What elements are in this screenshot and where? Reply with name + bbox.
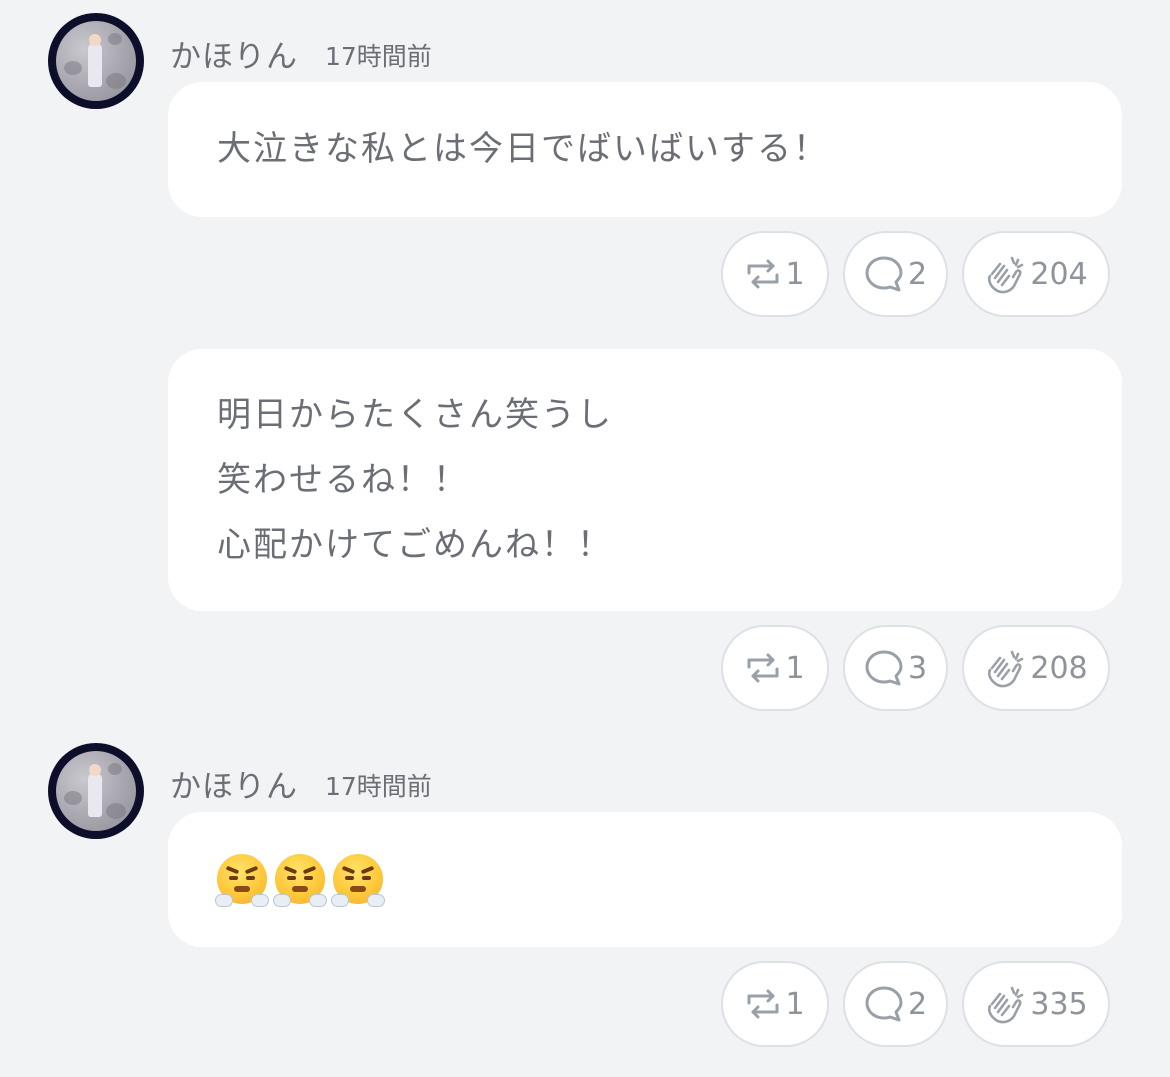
message-bubble: 明日からたくさん笑うし 笑わせるね！！ 心配かけてごめんね！！ (168, 349, 1122, 611)
repost-count: 1 (785, 256, 805, 292)
message-bubble: 大泣きな私とは今日でばいばいする！ (168, 82, 1122, 217)
comment-count: 3 (907, 650, 928, 686)
clap-count: 335 (1030, 986, 1088, 1022)
post-time: 17時間前 (325, 772, 432, 801)
repost-count: 1 (785, 650, 805, 686)
repost-button[interactable]: 1 (721, 231, 829, 317)
comment-icon (864, 255, 904, 293)
comment-icon (864, 649, 904, 687)
repost-button[interactable]: 1 (721, 625, 829, 711)
avatar-image (56, 21, 136, 101)
comment-button[interactable]: 2 (843, 961, 948, 1047)
clap-count: 204 (1030, 256, 1088, 292)
clap-icon (984, 984, 1026, 1024)
clap-count: 208 (1030, 650, 1088, 686)
repost-button[interactable]: 1 (721, 961, 829, 1047)
user-name[interactable]: かほりん (170, 31, 298, 76)
action-bar: 1 2 204 (0, 231, 1170, 321)
comment-button[interactable]: 3 (843, 625, 948, 711)
message-text: 大泣きな私とは今日でばいばいする！ (217, 129, 829, 169)
comment-button[interactable]: 2 (843, 231, 948, 317)
avatar[interactable] (48, 743, 144, 839)
comment-count: 2 (907, 256, 928, 292)
clap-icon (984, 254, 1026, 294)
clap-button[interactable]: 204 (962, 231, 1110, 317)
comment-count: 2 (907, 986, 928, 1022)
clap-icon (984, 648, 1026, 688)
user-name[interactable]: かほりん (170, 761, 298, 806)
action-bar: 1 3 208 (0, 625, 1170, 715)
comment-icon (864, 985, 904, 1023)
face-with-steam-from-nose-icon (273, 854, 327, 907)
clap-button[interactable]: 335 (962, 961, 1110, 1047)
emoji-row (215, 854, 385, 907)
post-time: 17時間前 (325, 42, 432, 71)
face-with-steam-from-nose-icon (331, 854, 385, 907)
clap-button[interactable]: 208 (962, 625, 1110, 711)
face-with-steam-from-nose-icon (215, 854, 269, 907)
avatar[interactable] (48, 13, 144, 109)
message-text: 明日からたくさん笑うし 笑わせるね！！ 心配かけてごめんね！！ (217, 395, 613, 565)
message-bubble (168, 812, 1122, 947)
repost-icon (745, 987, 781, 1021)
action-bar: 1 2 335 (0, 961, 1170, 1051)
repost-icon (745, 651, 781, 685)
repost-icon (745, 257, 781, 291)
repost-count: 1 (785, 986, 805, 1022)
avatar-image (56, 751, 136, 831)
